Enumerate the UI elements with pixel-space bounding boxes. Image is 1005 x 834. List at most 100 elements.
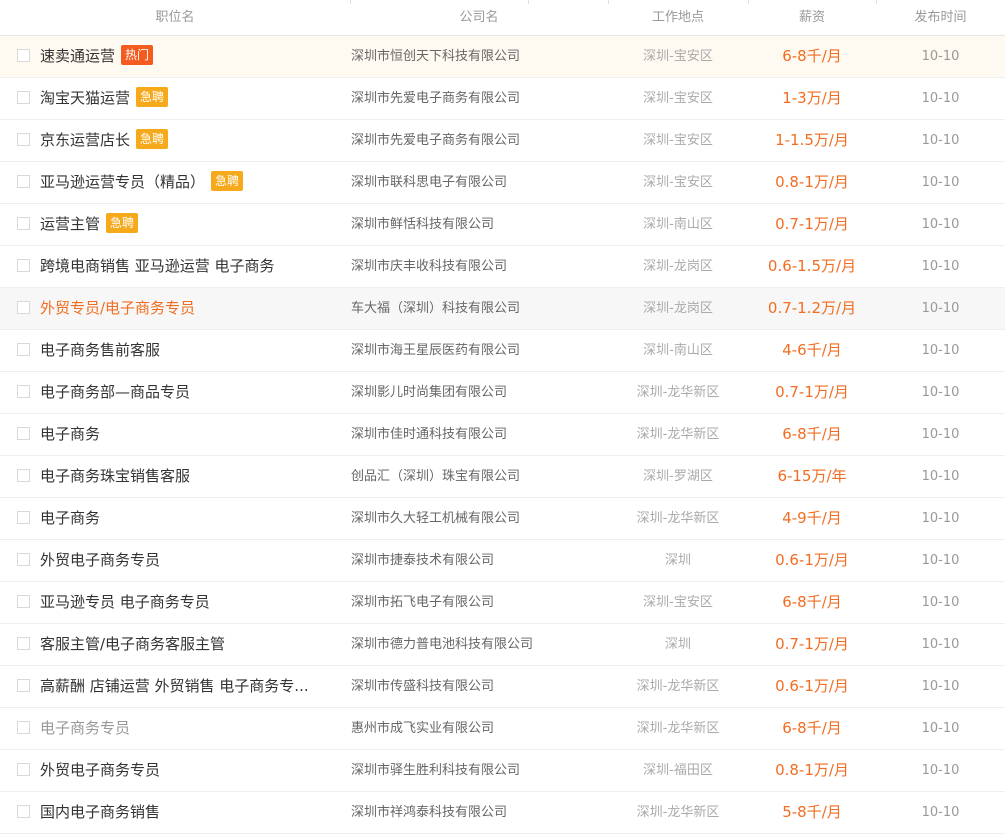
company-name-link[interactable]: 深圳市传盛科技有限公司 (351, 666, 494, 707)
table-row[interactable]: 电子商务珠宝销售客服 创品汇（深圳）珠宝有限公司 深圳-罗湖区 6-15万/年 10-1… (0, 456, 1005, 498)
table-row[interactable]: 电子商务 深圳市佳时通科技有限公司 深圳-龙华新区 6-8千/月 10-10 (0, 414, 1005, 456)
row-checkbox[interactable] (17, 133, 30, 146)
job-location: 深圳-龙岗区 (643, 301, 713, 316)
job-title-text: 淘宝天猫运营 (40, 89, 131, 107)
job-salary: 0.7-1.2万/月 (767, 299, 857, 317)
table-row[interactable]: 电子商务 深圳市久大轻工机械有限公司 深圳-龙华新区 4-9千/月 10-10 (0, 498, 1005, 540)
job-location: 深圳-宝安区 (643, 91, 713, 106)
job-salary: 6-15万/年 (777, 467, 847, 485)
table-row[interactable]: 国内电子商务销售 深圳市祥鸿泰科技有限公司 深圳-龙华新区 5-8千/月 10-10 (0, 792, 1005, 834)
company-name-link[interactable]: 深圳市佳时通科技有限公司 (351, 414, 507, 455)
table-row[interactable]: 客服主管/电子商务客服主管 深圳市德力普电池科技有限公司 深圳 0.7-1万/月 10-… (0, 624, 1005, 666)
table-row[interactable]: 电子商务售前客服 深圳市海王星辰医药有限公司 深圳-南山区 4-6千/月 10-10 (0, 330, 1005, 372)
hot-badge: 热门 (121, 44, 154, 65)
job-title-link[interactable]: 外贸电子商务专员 (40, 540, 160, 581)
table-row[interactable]: 京东运营店长 急聘 深圳市先爱电子商务有限公司 深圳-宝安区 1-1.5万/月 10-10 (0, 120, 1005, 162)
company-name-link[interactable]: 深圳市鲜恬科技有限公司 (351, 204, 494, 245)
job-title-link[interactable]: 高薪酬 店铺运营 外贸销售 电子商务专... (40, 666, 309, 707)
row-checkbox[interactable] (17, 763, 30, 776)
company-name-link[interactable]: 深圳市德力普电池科技有限公司 (351, 624, 533, 665)
table-row[interactable]: 外贸专员/电子商务专员 车大福（深圳）科技有限公司 深圳-龙岗区 0.7-1.2万/月… (0, 288, 1005, 330)
urgent-badge: 急聘 (106, 212, 139, 233)
job-title-link[interactable]: 京东运营店长 急聘 (40, 120, 169, 161)
job-title-link[interactable]: 速卖通运营 热门 (40, 36, 154, 77)
company-name-link[interactable]: 惠州市成飞实业有限公司 (351, 708, 494, 749)
row-checkbox[interactable] (17, 343, 30, 356)
row-checkbox[interactable] (17, 511, 30, 524)
job-title-text: 外贸专员/电子商务专员 (40, 299, 196, 317)
company-name-link[interactable]: 深圳市拓飞电子有限公司 (351, 582, 494, 623)
company-name-link[interactable]: 深圳影儿时尚集团有限公司 (351, 372, 507, 413)
job-title-link[interactable]: 外贸专员/电子商务专员 (40, 288, 195, 329)
job-location: 深圳-罗湖区 (643, 469, 713, 484)
table-row[interactable]: 亚马逊专员 电子商务专员 深圳市拓飞电子有限公司 深圳-宝安区 6-8千/月 10-10 (0, 582, 1005, 624)
job-title-text: 运营主管 (40, 215, 101, 233)
table-row[interactable]: 跨境电商销售 亚马逊运营 电子商务 深圳市庆丰收科技有限公司 深圳-龙岗区 0.6-1… (0, 246, 1005, 288)
company-name-link[interactable]: 深圳市驿生胜利科技有限公司 (351, 750, 520, 791)
table-row[interactable]: 电子商务专员 惠州市成飞实业有限公司 深圳-龙华新区 6-8千/月 10-10 (0, 708, 1005, 750)
job-title-link[interactable]: 运营主管 急聘 (40, 204, 139, 245)
job-location: 深圳-福田区 (643, 763, 713, 778)
company-name-link[interactable]: 深圳市恒创天下科技有限公司 (351, 36, 520, 77)
row-checkbox[interactable] (17, 637, 30, 650)
row-checkbox[interactable] (17, 427, 30, 440)
table-row[interactable]: 运营主管 急聘 深圳市鲜恬科技有限公司 深圳-南山区 0.7-1万/月 10-10 (0, 204, 1005, 246)
job-title-link[interactable]: 亚马逊运营专员（精品） 急聘 (40, 162, 244, 203)
job-title-link[interactable]: 淘宝天猫运营 急聘 (40, 78, 169, 119)
job-location: 深圳-宝安区 (643, 595, 713, 610)
company-name-link[interactable]: 深圳市先爱电子商务有限公司 (351, 120, 520, 161)
table-row[interactable]: 外贸电子商务专员 深圳市驿生胜利科技有限公司 深圳-福田区 0.8-1万/月 10-10 (0, 750, 1005, 792)
table-row[interactable]: 高薪酬 店铺运营 外贸销售 电子商务专... 深圳市传盛科技有限公司 深圳-龙华新区… (0, 666, 1005, 708)
job-title-link[interactable]: 外贸电子商务专员 (40, 750, 160, 791)
company-name-link[interactable]: 深圳市久大轻工机械有限公司 (351, 498, 520, 539)
table-row[interactable]: 亚马逊运营专员（精品） 急聘 深圳市联科思电子有限公司 深圳-宝安区 0.8-1万/月 1… (0, 162, 1005, 204)
company-name-link[interactable]: 深圳市海王星辰医药有限公司 (351, 330, 520, 371)
job-title-link[interactable]: 电子商务部—商品专员 (40, 372, 190, 413)
row-checkbox[interactable] (17, 301, 30, 314)
publish-date: 10-10 (921, 763, 960, 778)
row-checkbox[interactable] (17, 721, 30, 734)
job-title-link[interactable]: 国内电子商务销售 (40, 792, 160, 833)
job-title-text: 电子商务售前客服 (40, 341, 161, 359)
company-name-link[interactable]: 深圳市庆丰收科技有限公司 (351, 246, 507, 287)
row-checkbox[interactable] (17, 805, 30, 818)
job-title-link[interactable]: 电子商务专员 (40, 708, 130, 749)
table-row[interactable]: 外贸电子商务专员 深圳市捷泰技术有限公司 深圳 0.6-1万/月 10-10 (0, 540, 1005, 582)
table-row[interactable]: 电子商务部—商品专员 深圳影儿时尚集团有限公司 深圳-龙华新区 0.7-1万/月 10-… (0, 372, 1005, 414)
job-title-link[interactable]: 电子商务珠宝销售客服 (40, 456, 190, 497)
job-location: 深圳-宝安区 (643, 133, 713, 148)
job-salary: 0.6-1万/月 (775, 677, 849, 695)
row-checkbox[interactable] (17, 595, 30, 608)
company-name-link[interactable]: 创品汇（深圳）珠宝有限公司 (351, 456, 520, 497)
job-title-link[interactable]: 电子商务 (40, 414, 100, 455)
row-checkbox[interactable] (17, 259, 30, 272)
job-title-link[interactable]: 电子商务 (40, 498, 100, 539)
job-salary: 1-3万/月 (782, 89, 842, 107)
company-name-link[interactable]: 车大福（深圳）科技有限公司 (351, 288, 520, 329)
row-checkbox[interactable] (17, 217, 30, 230)
table-row[interactable]: 淘宝天猫运营 急聘 深圳市先爱电子商务有限公司 深圳-宝安区 1-3万/月 10-10 (0, 78, 1005, 120)
table-row[interactable]: 速卖通运营 热门 深圳市恒创天下科技有限公司 深圳-宝安区 6-8千/月 10-10 (0, 36, 1005, 78)
job-title-link[interactable]: 跨境电商销售 亚马逊运营 电子商务 (40, 246, 275, 287)
company-name-link[interactable]: 深圳市先爱电子商务有限公司 (351, 78, 520, 119)
row-checkbox[interactable] (17, 553, 30, 566)
job-title-link[interactable]: 亚马逊专员 电子商务专员 (40, 582, 210, 623)
job-title-text: 电子商务珠宝销售客服 (40, 467, 191, 485)
row-checkbox[interactable] (17, 175, 30, 188)
job-salary: 0.7-1万/月 (775, 215, 849, 233)
job-title-text: 电子商务 (40, 509, 101, 527)
row-checkbox[interactable] (17, 679, 30, 692)
row-checkbox[interactable] (17, 469, 30, 482)
company-name-link[interactable]: 深圳市联科思电子有限公司 (351, 162, 507, 203)
job-location: 深圳-龙华新区 (636, 721, 720, 736)
row-checkbox[interactable] (17, 385, 30, 398)
job-salary: 0.8-1万/月 (775, 761, 849, 779)
job-salary: 6-8千/月 (782, 719, 842, 737)
row-checkbox[interactable] (17, 91, 30, 104)
job-title-link[interactable]: 电子商务售前客服 (40, 330, 160, 371)
job-title-link[interactable]: 客服主管/电子商务客服主管 (40, 624, 225, 665)
company-name-link[interactable]: 深圳市捷泰技术有限公司 (351, 540, 494, 581)
company-name-link[interactable]: 深圳市祥鸿泰科技有限公司 (351, 792, 507, 833)
row-checkbox[interactable] (17, 49, 30, 62)
job-location: 深圳-龙华新区 (636, 427, 720, 442)
